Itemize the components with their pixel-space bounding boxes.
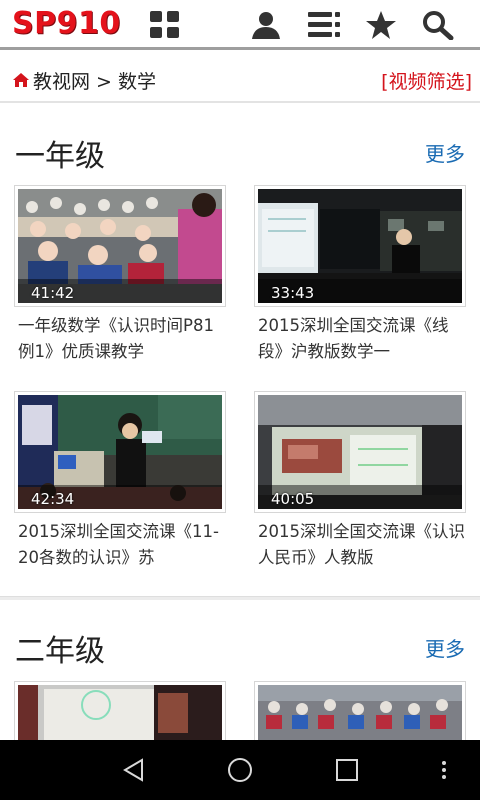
logo[interactable]: SP910 [12,6,121,41]
video-title[interactable]: 2015深圳全国交流课《11-20各数的认识》苏 [18,519,228,571]
video-title[interactable]: 一年级数学《认识时间P81例1》优质课教学 [18,313,228,365]
top-bar: SP910 [0,0,480,50]
breadcrumb: 教视网 > 数学 [视频筛选] [0,53,480,103]
breadcrumb-path[interactable]: 教视网 > 数学 [33,67,156,94]
recents-icon[interactable] [327,754,367,786]
home-icon[interactable] [13,72,29,87]
video-duration: 42:34 [31,490,75,508]
video-thumbnail[interactable]: 40:05 [254,391,466,513]
video-duration: 33:43 [271,284,315,302]
video-duration: 41:42 [31,284,75,302]
section-grade-1: 一年级 更多 41:42 一年级数学《认识时间P81例1》优质课教学 33:43… [0,104,480,598]
star-icon[interactable] [364,9,398,41]
home-button-icon[interactable] [220,754,260,786]
system-nav-bar [0,740,480,800]
video-thumbnail[interactable]: 42:34 [14,391,226,513]
section-title: 一年级 [15,139,105,174]
list-icon[interactable] [307,9,341,41]
more-link[interactable]: 更多 [425,633,465,662]
menu-icon[interactable] [434,754,454,786]
video-thumbnail[interactable]: 41:42 [14,185,226,307]
section-title: 二年级 [15,634,105,669]
grid-icon[interactable] [148,9,182,41]
video-title[interactable]: 2015深圳全国交流课《线段》沪教版数学一 [258,313,468,365]
video-title[interactable]: 2015深圳全国交流课《认识人民币》人教版 [258,519,468,571]
more-link[interactable]: 更多 [425,138,465,167]
back-icon[interactable] [114,754,154,786]
video-thumbnail[interactable]: 33:43 [254,185,466,307]
user-icon[interactable] [249,9,283,41]
video-filter-link[interactable]: [视频筛选] [381,67,472,94]
section-grade-2: 二年级 更多 [0,600,480,800]
video-duration: 40:05 [271,490,315,508]
search-icon[interactable] [421,9,455,41]
